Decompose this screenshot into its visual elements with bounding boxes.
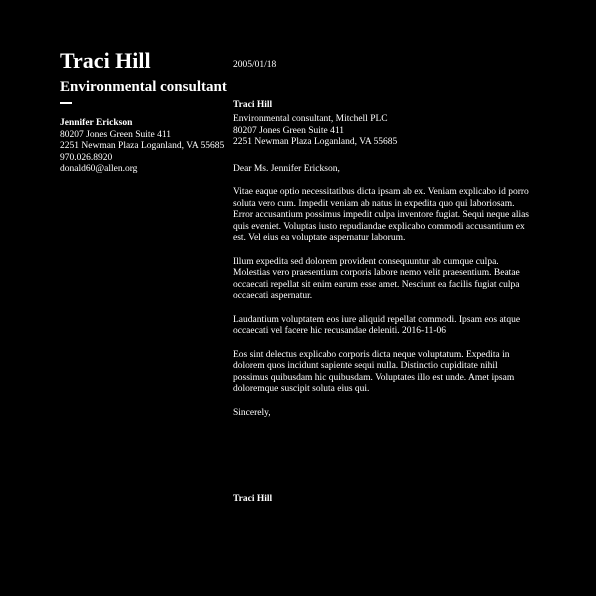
sender-sidebar: Traci Hill Environmental consultant Jenn… xyxy=(60,48,230,176)
letter-body: 2005/01/18 Traci Hill Environmental cons… xyxy=(233,60,533,419)
recipient-line1: Environmental consultant, Mitchell PLC xyxy=(233,114,388,124)
body-paragraph: Illum expedita sed dolorem provident con… xyxy=(233,256,520,302)
recipient-name: Traci Hill xyxy=(233,99,273,110)
contact-email: donald60@allen.org xyxy=(60,164,138,174)
recipient-line3: 2251 Newman Plaza Loganland, VA 55685 xyxy=(233,137,398,147)
body-paragraph: Eos sint delectus explicabo corporis dic… xyxy=(233,349,515,395)
contact-address-line2: 2251 Newman Plaza Loganland, VA 55685 xyxy=(60,141,225,151)
body-paragraph: Laudantium voluptatem eos iure aliquid r… xyxy=(233,314,521,337)
contact-address-line1: 80207 Jones Green Suite 411 xyxy=(60,129,171,140)
cover-letter-page: Traci Hill Environmental consultant Jenn… xyxy=(0,0,596,596)
sender-contact-block: Jennifer Erickson 80207 Jones Green Suit… xyxy=(60,118,230,176)
closing: Sincerely, xyxy=(233,407,271,418)
signature-name: Traci Hill xyxy=(233,494,273,504)
recipient-block: Traci Hill Environmental consultant, Mit… xyxy=(233,100,533,149)
body-paragraph: Vitae eaque optio necessitatibus dicta i… xyxy=(233,187,530,243)
sender-name: Traci Hill xyxy=(60,48,151,73)
contact-name: Jennifer Erickson xyxy=(60,118,133,128)
sender-job-title: Environmental consultant xyxy=(60,79,227,95)
contact-phone: 970.026.8920 xyxy=(60,152,113,163)
salutation: Dear Ms. Jennifer Erickson, xyxy=(233,163,340,174)
title-divider xyxy=(60,102,72,104)
recipient-line2: 80207 Jones Green Suite 411 xyxy=(233,125,344,136)
letter-date: 2005/01/18 xyxy=(233,60,277,70)
